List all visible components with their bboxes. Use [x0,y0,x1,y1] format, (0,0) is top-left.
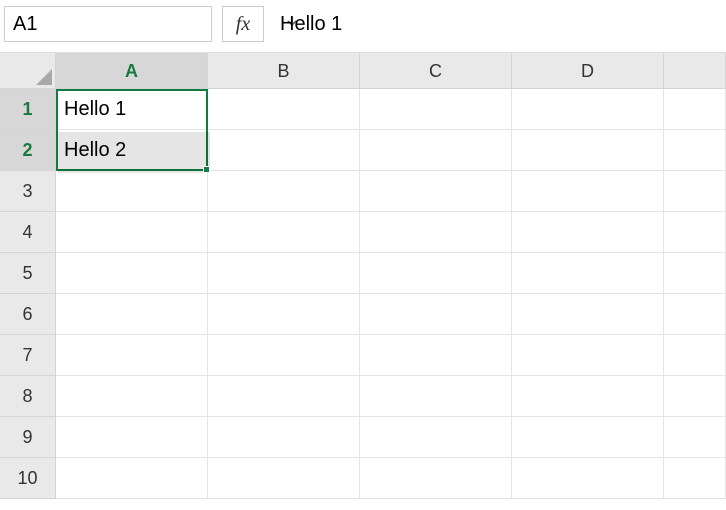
row-header-4[interactable]: 4 [0,212,56,253]
row-header-9[interactable]: 9 [0,417,56,458]
cell-a9[interactable] [56,417,208,458]
row-header-5[interactable]: 5 [0,253,56,294]
row-7: 7 [0,335,726,376]
cell-d8[interactable] [512,376,664,417]
column-header-b[interactable]: B [208,53,360,89]
column-header-d[interactable]: D [512,53,664,89]
row-6: 6 [0,294,726,335]
worksheet: A B C D 1 Hello 1 2 Hello 2 3 [0,53,726,499]
formula-input-container [274,6,722,42]
cell-c8[interactable] [360,376,512,417]
cell-b7[interactable] [208,335,360,376]
cell-d5[interactable] [512,253,664,294]
cell-e10[interactable] [664,458,726,499]
cell-e3[interactable] [664,171,726,212]
cell-b5[interactable] [208,253,360,294]
fx-icon: fx [236,13,250,36]
row-4: 4 [0,212,726,253]
row-header-10[interactable]: 10 [0,458,56,499]
cell-b2[interactable] [208,130,360,171]
cell-b1[interactable] [208,89,360,130]
cell-c1[interactable] [360,89,512,130]
cell-c4[interactable] [360,212,512,253]
cell-a4[interactable] [56,212,208,253]
row-8: 8 [0,376,726,417]
cell-a1[interactable]: Hello 1 [56,89,208,130]
cell-d7[interactable] [512,335,664,376]
rows: 1 Hello 1 2 Hello 2 3 4 [0,89,726,499]
cell-c3[interactable] [360,171,512,212]
cell-c2[interactable] [360,130,512,171]
column-header-a[interactable]: A [56,53,208,89]
row-header-7[interactable]: 7 [0,335,56,376]
row-header-1[interactable]: 1 [0,89,56,130]
column-header-blank[interactable] [664,53,726,89]
cell-b9[interactable] [208,417,360,458]
cell-e2[interactable] [664,130,726,171]
row-header-6[interactable]: 6 [0,294,56,335]
select-all-corner[interactable] [0,53,56,89]
cell-e5[interactable] [664,253,726,294]
cell-a2[interactable]: Hello 2 [56,130,208,171]
cell-e4[interactable] [664,212,726,253]
row-header-3[interactable]: 3 [0,171,56,212]
insert-function-button[interactable]: fx [222,6,264,42]
row-header-8[interactable]: 8 [0,376,56,417]
row-10: 10 [0,458,726,499]
cell-b6[interactable] [208,294,360,335]
cell-d4[interactable] [512,212,664,253]
cell-a3[interactable] [56,171,208,212]
name-box-container [4,6,212,42]
cell-a8[interactable] [56,376,208,417]
cell-b4[interactable] [208,212,360,253]
cell-d6[interactable] [512,294,664,335]
fill-handle[interactable] [203,166,210,173]
cell-a5[interactable] [56,253,208,294]
cell-c6[interactable] [360,294,512,335]
cell-d9[interactable] [512,417,664,458]
cell-c9[interactable] [360,417,512,458]
cell-d3[interactable] [512,171,664,212]
cell-a10[interactable] [56,458,208,499]
cell-d2[interactable] [512,130,664,171]
formula-bar: fx [0,0,726,53]
column-header-c[interactable]: C [360,53,512,89]
cell-c10[interactable] [360,458,512,499]
row-3: 3 [0,171,726,212]
cell-a6[interactable] [56,294,208,335]
row-2: 2 Hello 2 [0,130,726,171]
cell-d10[interactable] [512,458,664,499]
cell-c5[interactable] [360,253,512,294]
cell-d1[interactable] [512,89,664,130]
cell-b10[interactable] [208,458,360,499]
row-1: 1 Hello 1 [0,89,726,130]
cell-a7[interactable] [56,335,208,376]
cell-e1[interactable] [664,89,726,130]
cell-e7[interactable] [664,335,726,376]
column-headers: A B C D [0,53,726,89]
cell-c7[interactable] [360,335,512,376]
cell-b3[interactable] [208,171,360,212]
cell-e6[interactable] [664,294,726,335]
row-9: 9 [0,417,726,458]
row-header-2[interactable]: 2 [0,130,56,171]
cell-b8[interactable] [208,376,360,417]
cell-e9[interactable] [664,417,726,458]
row-5: 5 [0,253,726,294]
formula-input[interactable] [274,9,722,40]
cell-e8[interactable] [664,376,726,417]
